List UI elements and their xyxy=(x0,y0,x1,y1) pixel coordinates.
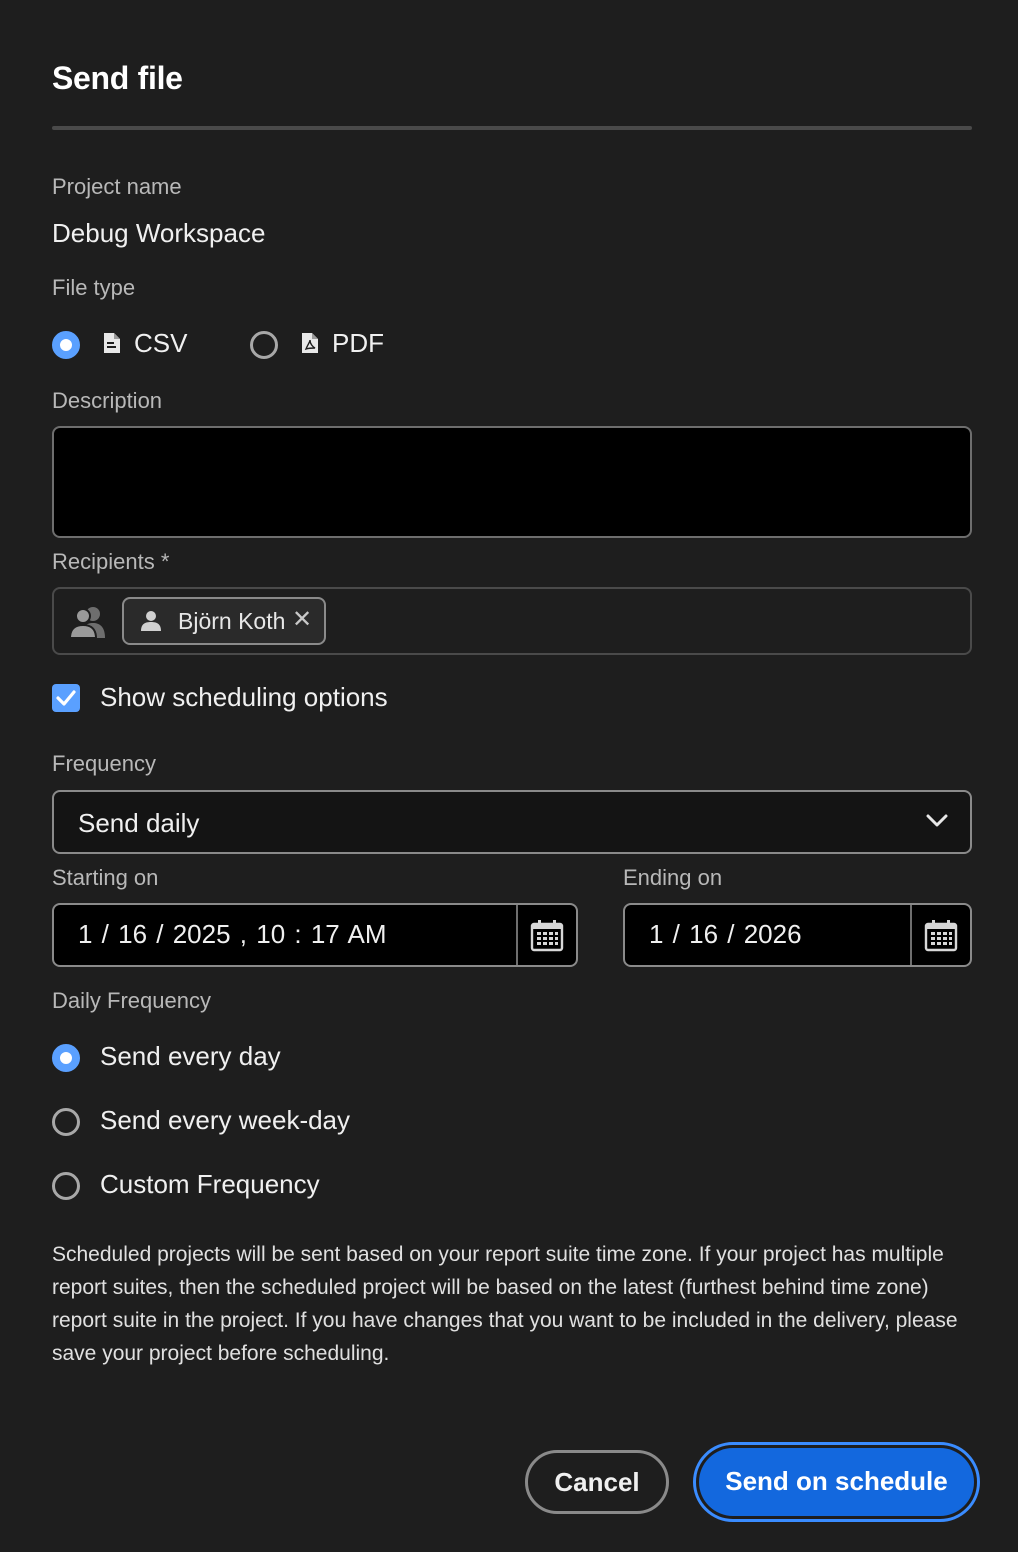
recipients-field[interactable]: Björn Koth ✕ xyxy=(52,587,972,655)
radio-send-every-weekday[interactable] xyxy=(52,1108,80,1136)
dialog-title: Send file xyxy=(52,60,183,96)
description-textarea[interactable] xyxy=(52,426,972,538)
ending-on-label: Ending on xyxy=(623,865,723,890)
starting-on-value: 1 / 16 / 2025 , 10 : 17 AM xyxy=(78,919,387,949)
send-file-dialog: Send file Project name Debug Workspace F… xyxy=(0,0,1018,1552)
frequency-select-value: Send daily xyxy=(78,808,200,838)
cancel-button[interactable]: Cancel xyxy=(525,1450,669,1514)
scheduling-info-text: Scheduled projects will be sent based on… xyxy=(52,1243,958,1365)
show-scheduling-label: Show scheduling options xyxy=(100,682,388,712)
radio-send-every-day[interactable] xyxy=(52,1044,80,1072)
send-on-schedule-button[interactable]: Send on schedule xyxy=(699,1448,974,1516)
ending-on-field[interactable]: 1 / 16 / 2026 xyxy=(623,903,972,967)
frequency-label: Frequency xyxy=(52,751,156,776)
remove-recipient-icon[interactable]: ✕ xyxy=(292,605,312,634)
recipient-tag-label: Björn Koth xyxy=(178,608,286,634)
calendar-icon xyxy=(924,920,958,952)
daily-frequency-label: Daily Frequency xyxy=(52,988,211,1013)
file-csv-icon xyxy=(104,333,120,353)
users-icon xyxy=(68,607,105,639)
recipients-label: Recipients * xyxy=(52,549,169,575)
radio-csv[interactable] xyxy=(52,331,80,359)
project-name-value: Debug Workspace xyxy=(52,218,266,248)
recipient-tag[interactable]: Björn Koth ✕ xyxy=(122,597,326,645)
starting-on-field[interactable]: 1 / 16 / 2025 , 10 : 17 AM xyxy=(52,903,578,967)
calendar-icon xyxy=(530,920,564,952)
radio-csv-label: CSV xyxy=(134,328,188,358)
title-divider xyxy=(52,126,972,130)
starting-on-calendar-button[interactable] xyxy=(516,905,576,965)
file-pdf-icon xyxy=(302,333,318,353)
required-marker: * xyxy=(160,549,170,574)
radio-pdf-label: PDF xyxy=(332,328,384,358)
radio-pdf[interactable] xyxy=(250,331,278,359)
radio-send-every-day-label: Send every day xyxy=(100,1041,281,1071)
file-type-label: File type xyxy=(52,275,136,300)
project-name-label: Project name xyxy=(52,174,182,199)
ending-on-calendar-button[interactable] xyxy=(910,905,970,965)
checkmark-icon xyxy=(56,690,76,706)
user-icon xyxy=(141,611,161,631)
show-scheduling-checkbox[interactable] xyxy=(52,684,80,712)
recipients-label-text: Recipients xyxy=(52,549,155,574)
radio-send-every-weekday-label: Send every week-day xyxy=(100,1105,351,1135)
chevron-down-icon xyxy=(926,814,948,827)
frequency-select[interactable]: Send daily xyxy=(52,790,972,854)
description-label: Description xyxy=(52,388,163,413)
ending-on-value: 1 / 16 / 2026 xyxy=(649,919,802,949)
starting-on-label: Starting on xyxy=(52,865,159,890)
radio-custom-frequency-label: Custom Frequency xyxy=(100,1169,320,1199)
radio-custom-frequency[interactable] xyxy=(52,1172,80,1200)
